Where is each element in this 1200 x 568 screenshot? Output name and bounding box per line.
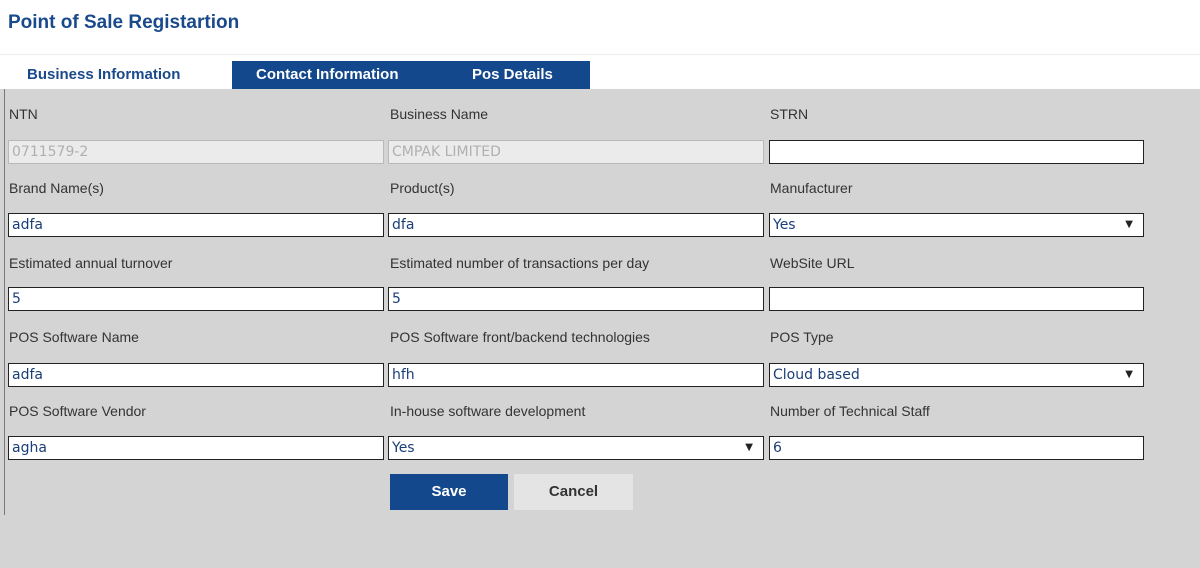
ntn-label: NTN (9, 106, 38, 122)
technical-staff-field[interactable]: 6 (769, 436, 1144, 460)
transactions-per-day-field[interactable]: 5 (388, 287, 764, 311)
tab-business-information[interactable]: Business Information (8, 61, 232, 89)
pos-vendor-label: POS Software Vendor (9, 403, 146, 419)
pos-type-value: Cloud based (773, 367, 860, 383)
strn-field[interactable] (769, 140, 1144, 164)
panel-border (4, 89, 5, 515)
save-button[interactable]: Save (390, 474, 508, 510)
products-field[interactable]: dfa (388, 213, 764, 237)
cancel-button[interactable]: Cancel (514, 474, 633, 510)
inhouse-development-label: In-house software development (390, 403, 586, 419)
ntn-field: 0711579-2 (8, 140, 384, 164)
annual-turnover-label: Estimated annual turnover (9, 255, 173, 271)
pos-software-name-field[interactable]: adfa (8, 363, 384, 387)
business-name-label: Business Name (390, 106, 489, 122)
transactions-per-day-label: Estimated number of transactions per day (390, 255, 650, 271)
pos-technologies-label: POS Software front/backend technologies (390, 329, 650, 345)
chevron-down-icon: ▼ (1125, 219, 1133, 230)
strn-label: STRN (770, 106, 809, 122)
brand-names-label: Brand Name(s) (9, 180, 104, 196)
brand-names-field[interactable]: adfa (8, 213, 384, 237)
business-name-field: CMPAK LIMITED (388, 140, 764, 164)
manufacturer-select[interactable]: Yes ▼ (769, 213, 1144, 237)
website-url-label: WebSite URL (770, 255, 855, 271)
chevron-down-icon: ▼ (745, 442, 753, 453)
inhouse-development-value: Yes (392, 440, 415, 456)
title-divider (0, 54, 1200, 55)
tab-contact-information[interactable]: Contact Information (232, 61, 450, 89)
pos-type-select[interactable]: Cloud based ▼ (769, 363, 1144, 387)
website-url-field[interactable] (769, 287, 1144, 311)
pos-technologies-field[interactable]: hfh (388, 363, 764, 387)
technical-staff-label: Number of Technical Staff (770, 403, 930, 419)
manufacturer-label: Manufacturer (770, 180, 853, 196)
pos-software-name-label: POS Software Name (9, 329, 139, 345)
page-title: Point of Sale Registartion (8, 12, 240, 33)
annual-turnover-field[interactable]: 5 (8, 287, 384, 311)
tab-pos-details[interactable]: Pos Details (448, 61, 590, 89)
pos-type-label: POS Type (770, 329, 834, 345)
products-label: Product(s) (390, 180, 455, 196)
tab-bar: Business Information Contact Information… (8, 61, 590, 89)
inhouse-development-select[interactable]: Yes ▼ (388, 436, 764, 460)
manufacturer-value: Yes (773, 217, 796, 233)
chevron-down-icon: ▼ (1125, 369, 1133, 380)
pos-vendor-field[interactable]: agha (8, 436, 384, 460)
